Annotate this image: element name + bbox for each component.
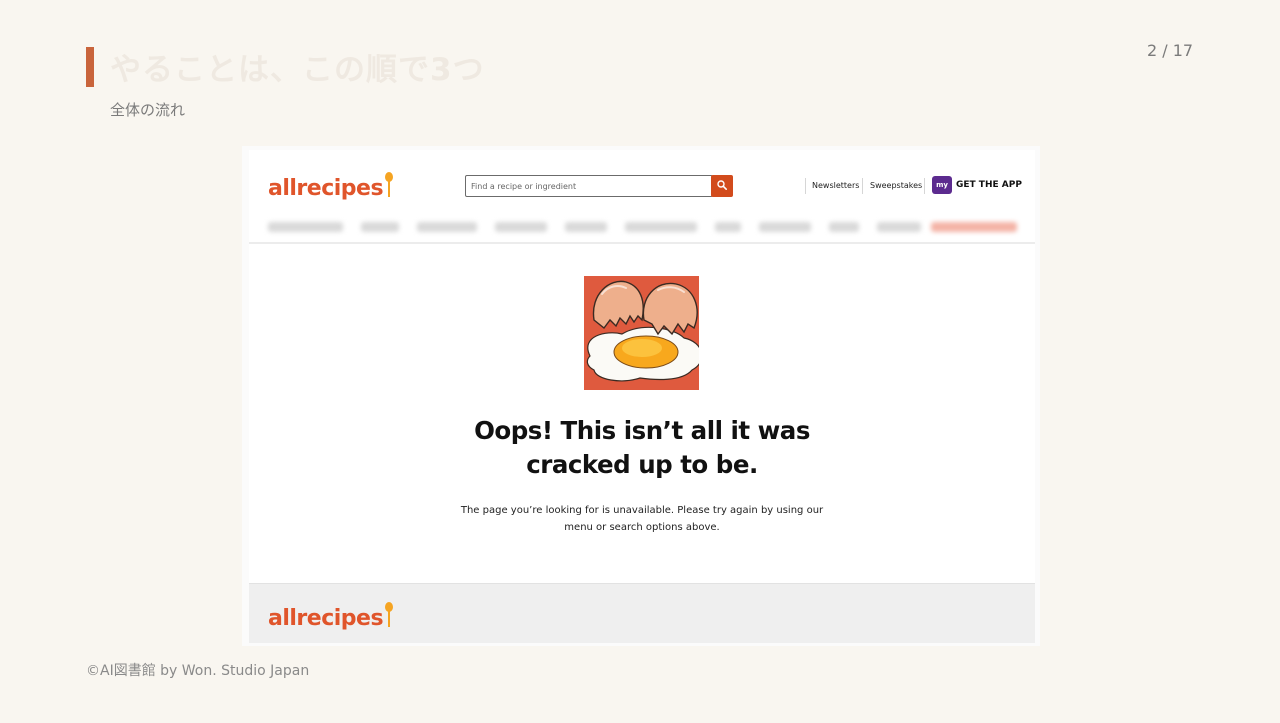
footer-logo[interactable]: allrecipes (268, 602, 394, 631)
menu-item[interactable] (877, 222, 921, 232)
menu-item[interactable] (759, 222, 811, 232)
menu-item[interactable] (565, 222, 607, 232)
error-heading-line-2: cracked up to be. (526, 450, 758, 479)
error-message-line-2: menu or search options above. (564, 522, 720, 533)
error-heading-line-1: Oops! This isn’t all it was (474, 416, 810, 445)
broken-egg-illustration (584, 276, 699, 390)
menu-item[interactable] (625, 222, 697, 232)
footer-credit: ©AI図書館 by Won. Studio Japan (86, 663, 310, 679)
slide-title: やることは、この順で3つ (110, 52, 485, 88)
nav-divider (862, 178, 863, 194)
menu-item[interactable] (361, 222, 399, 232)
footer-logo-text: allrecipes (268, 606, 384, 631)
main-menu-bar (249, 212, 1035, 242)
menu-item[interactable] (715, 222, 741, 232)
error-message-line-1: The page you’re looking for is unavailab… (460, 505, 824, 516)
menu-item[interactable] (931, 222, 1017, 232)
website-screenshot: allrecipes Newsletters Sweepstakes my GE… (242, 146, 1040, 646)
menu-item[interactable] (829, 222, 859, 232)
page-counter: 2 / 17 (1147, 41, 1194, 60)
menu-item[interactable] (417, 222, 477, 232)
error-heading: Oops! This isn’t all it was cracked up t… (249, 414, 1035, 482)
sweepstakes-link[interactable]: Sweepstakes (870, 181, 922, 190)
search-box (465, 175, 713, 197)
spoon-icon (384, 172, 394, 198)
search-button[interactable] (711, 175, 733, 197)
header-divider (249, 242, 1035, 244)
site-logo-text: allrecipes (268, 176, 384, 201)
search-input[interactable] (466, 176, 710, 196)
nav-divider (924, 178, 925, 194)
slide-subtitle: 全体の流れ (110, 101, 186, 119)
app-icon[interactable]: my (932, 176, 952, 194)
get-the-app-link[interactable]: GET THE APP (956, 180, 1022, 190)
title-accent-bar (86, 47, 94, 87)
allrecipes-page: allrecipes Newsletters Sweepstakes my GE… (249, 150, 1035, 643)
error-message: The page you’re looking for is unavailab… (249, 502, 1035, 536)
nav-divider (805, 178, 806, 194)
menu-item[interactable] (268, 222, 343, 232)
newsletters-link[interactable]: Newsletters (812, 181, 859, 190)
menu-item[interactable] (495, 222, 547, 232)
search-icon (717, 180, 727, 190)
spoon-icon (384, 602, 394, 628)
site-logo[interactable]: allrecipes (268, 172, 394, 201)
